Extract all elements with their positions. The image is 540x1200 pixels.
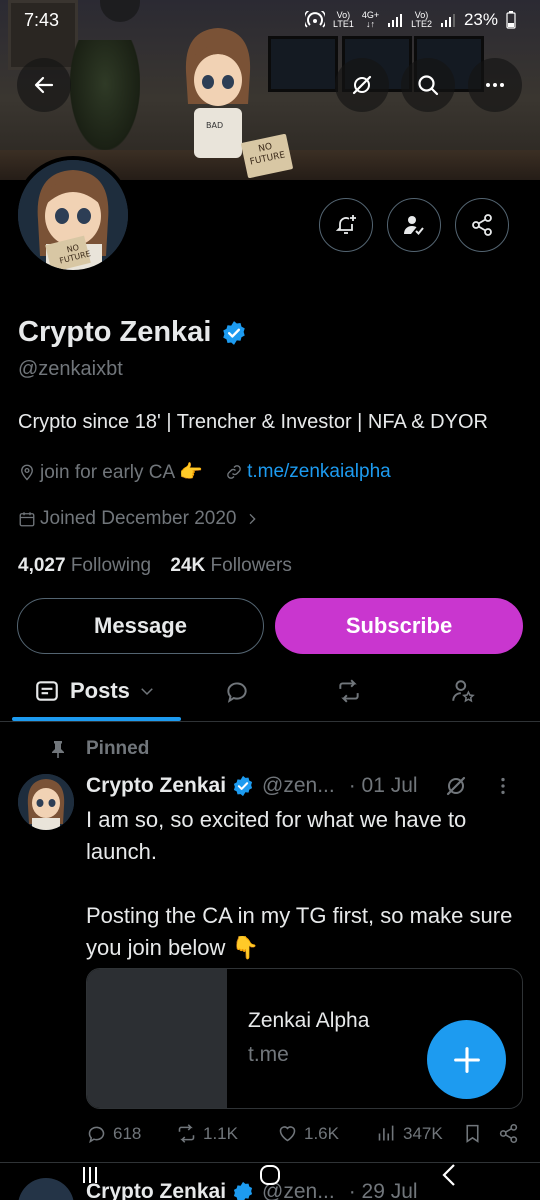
followers-link[interactable]: 24K Followers [170, 555, 291, 576]
profile-tabs: Posts [0, 662, 540, 722]
bell-plus-icon [335, 215, 356, 234]
sim2-network: Vo) LTE2 [411, 10, 432, 29]
post-author-handle: @zen... [262, 774, 335, 797]
compose-post-button[interactable] [427, 1020, 506, 1099]
signal-icon [440, 14, 455, 27]
bookmark-button[interactable] [462, 1123, 483, 1144]
post-author-name[interactable]: Crypto Zenkai [86, 774, 226, 798]
following-button[interactable] [387, 198, 441, 252]
share-icon [499, 1123, 518, 1144]
location-pin-icon [21, 464, 33, 481]
battery-icon [506, 11, 516, 29]
chevron-down-icon [141, 688, 153, 696]
profile-avatar[interactable]: NO FUTURE [14, 156, 132, 274]
reply-icon [88, 1126, 105, 1144]
follow-stats: 4,027 Following 24K Followers [18, 555, 292, 577]
like-button[interactable]: 1.6K [277, 1123, 339, 1144]
status-time: 7:43 [24, 9, 60, 30]
notifications-button[interactable] [319, 198, 373, 252]
repost-icon [178, 1124, 195, 1143]
arrow-left-icon [34, 76, 54, 94]
views-button[interactable]: 347K [376, 1123, 443, 1144]
banner-plant [70, 40, 140, 150]
profile-name: Crypto Zenkai [18, 316, 212, 348]
user-star-icon [452, 680, 475, 703]
tab-reposts[interactable] [322, 662, 376, 720]
pin-icon [52, 741, 64, 758]
network-4g: 4G+ ↓↑ [361, 10, 380, 29]
profile-website-link[interactable]: t.me/zenkaialpha [247, 461, 391, 483]
banner-monitor [268, 36, 338, 92]
repost-button[interactable]: 1.1K [176, 1123, 238, 1144]
posts-icon [36, 681, 58, 701]
home-icon[interactable] [256, 1161, 284, 1189]
status-icons: Vo) LTE1 4G+ ↓↑ Vo) LTE2 23% [305, 10, 516, 30]
link-card-title: Zenkai Alpha [248, 1009, 370, 1032]
grok-button[interactable] [335, 58, 389, 112]
heart-icon [279, 1126, 296, 1142]
plus-icon [453, 1046, 480, 1073]
bookmark-icon [466, 1124, 479, 1143]
tab-posts-label: Posts [70, 678, 130, 703]
signal-icon [388, 14, 403, 27]
analytics-icon [378, 1125, 394, 1141]
verified-badge-icon [233, 775, 253, 797]
grok-icon [352, 75, 372, 95]
hotspot-icon [305, 11, 326, 28]
active-tab-indicator [12, 717, 181, 721]
calendar-icon [19, 512, 35, 527]
more-vertical-icon[interactable] [492, 775, 514, 797]
tab-replies[interactable] [210, 662, 264, 720]
tab-posts[interactable]: Posts [34, 662, 174, 720]
system-navigation-bar [0, 1150, 540, 1200]
more-horizontal-icon [486, 83, 504, 87]
svg-text:BAD: BAD [206, 121, 223, 130]
status-bar: 7:43 Vo) LTE1 4G+ ↓↑ Vo) LTE2 23% [0, 0, 540, 40]
recent-apps-icon[interactable] [76, 1161, 104, 1189]
profile-joined-row[interactable]: Joined December 2020 [18, 508, 264, 530]
reply-button[interactable]: 618 [86, 1123, 141, 1144]
sim1-network: Vo) LTE1 [333, 10, 354, 29]
post-date[interactable]: · 01 Jul [349, 774, 418, 798]
pinned-label: Pinned [86, 738, 150, 759]
like-count: 1.6K [304, 1123, 339, 1143]
link-card-thumbnail [87, 969, 227, 1108]
chevron-right-icon [249, 513, 257, 525]
reply-count: 618 [113, 1123, 142, 1143]
battery-percent: 23% [463, 10, 498, 29]
share-icon [472, 214, 492, 236]
reply-bubble-icon [227, 682, 247, 703]
post-header: Crypto Zenkai @zen... · 01 Jul [86, 774, 526, 798]
share-post-button[interactable] [498, 1123, 519, 1144]
user-check-icon [404, 216, 424, 235]
more-options-button[interactable] [468, 58, 522, 112]
following-link[interactable]: 4,027 Following [18, 555, 151, 576]
view-count: 347K [403, 1123, 443, 1143]
profile-joined: Joined December 2020 [40, 508, 237, 529]
profile-handle: @zenkaixbt [18, 358, 123, 380]
repost-count: 1.1K [203, 1123, 238, 1143]
profile-bio: Crypto since 18' | Trencher & Investor |… [18, 411, 488, 433]
back-nav-icon[interactable] [436, 1161, 464, 1189]
repost-icon [339, 679, 359, 703]
share-profile-button[interactable] [455, 198, 509, 252]
grok-icon[interactable] [444, 774, 468, 798]
subscribe-button[interactable]: Subscribe [275, 598, 523, 654]
post-body: I am so, so excited for what we have to … [86, 807, 513, 960]
profile-name-row: Crypto Zenkai [18, 316, 247, 349]
profile-meta-location-link: join for early CA 👉 t.me/zenkaialpha [18, 460, 391, 484]
post-avatar-image [18, 774, 74, 830]
pinned-indicator: Pinned [50, 738, 149, 760]
back-button[interactable] [17, 58, 71, 112]
verified-badge-icon[interactable] [221, 320, 247, 346]
search-button[interactable] [401, 58, 455, 112]
post-author-avatar[interactable] [18, 774, 74, 830]
tab-highlights[interactable] [436, 662, 490, 720]
profile-location: join for early CA 👉 [40, 462, 204, 483]
link-icon [227, 465, 241, 479]
search-icon [418, 75, 439, 96]
link-card-domain: t.me [248, 1043, 289, 1066]
message-button[interactable]: Message [17, 598, 264, 654]
